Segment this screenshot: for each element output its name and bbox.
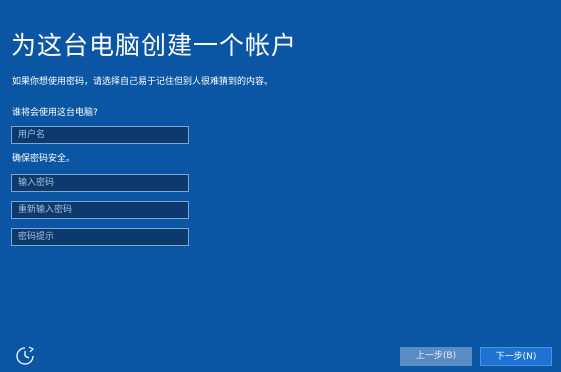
page-title: 为这台电脑创建一个帐户 (11, 31, 298, 60)
password-input[interactable] (11, 174, 189, 192)
ease-of-access-glyph (16, 346, 35, 365)
ease-of-access-icon[interactable] (14, 345, 36, 367)
password-hint-input[interactable] (11, 228, 189, 246)
account-setup-page: 为这台电脑创建一个帐户 如果你想使用密码，请选择自己易于记住但别人很难猜到的内容… (0, 0, 561, 372)
page-subtitle: 如果你想使用密码，请选择自己易于记住但别人很难猜到的内容。 (12, 77, 274, 87)
username-input[interactable] (11, 126, 189, 144)
reenter-password-input[interactable] (11, 201, 189, 219)
who-will-use-label: 谁将会使用这台电脑? (12, 108, 98, 118)
back-button[interactable]: 上一步(B) (400, 347, 472, 366)
next-button[interactable]: 下一步(N) (480, 347, 552, 366)
secure-password-label: 确保密码安全。 (12, 154, 76, 164)
